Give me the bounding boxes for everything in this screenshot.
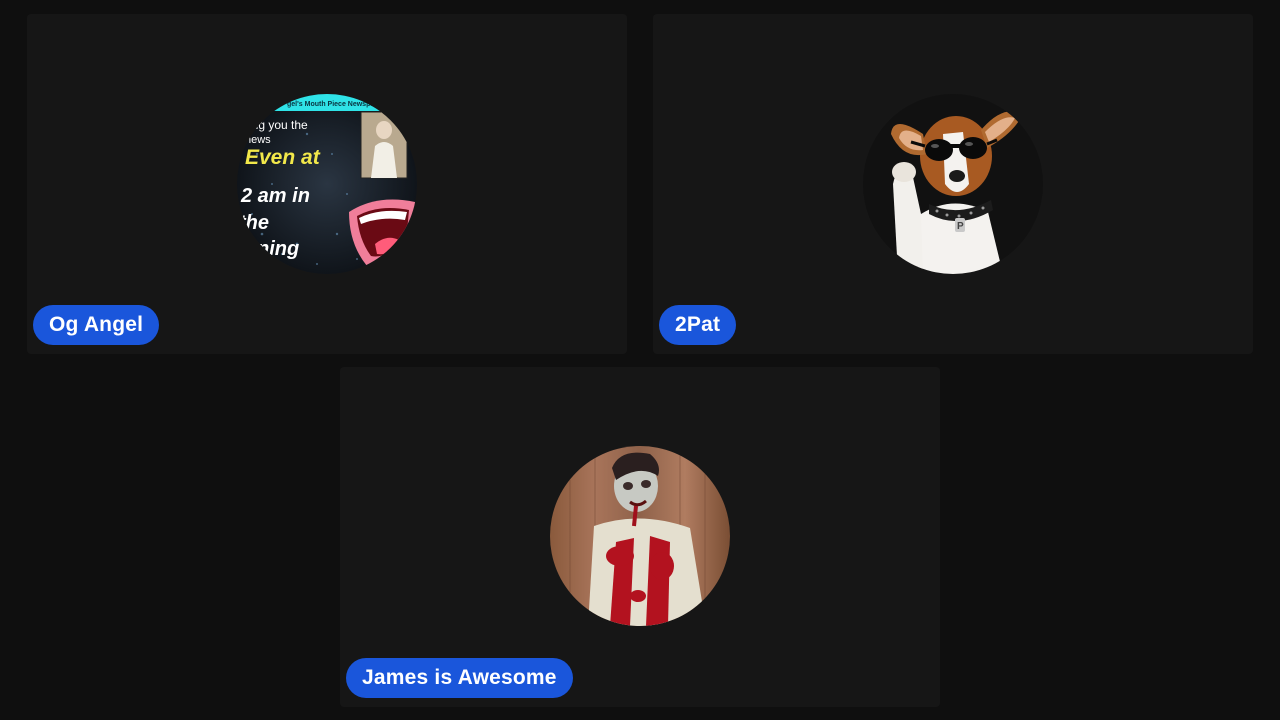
newspaper-collage-avatar-icon: gel's Mouth Piece Newspa ring you the ne… [237, 94, 417, 274]
participant-name-badge: 2Pat [659, 305, 737, 345]
video-call-grid: gel's Mouth Piece Newspa ring you the ne… [0, 0, 1280, 720]
zombie-avatar-icon [550, 446, 730, 626]
avatar-text-line2: news [245, 134, 271, 146]
participant-name-badge: James is Awesome [346, 658, 573, 698]
participant-name-badge: Og Angel [33, 305, 160, 345]
avatar-text-line5: the [239, 212, 269, 234]
avatar-text-line4: 2 am in [240, 185, 310, 207]
avatar-text-line6: orning [237, 238, 299, 260]
participant-tile-2pat[interactable]: P 2Pat [653, 14, 1253, 354]
dog-with-sunglasses-avatar-icon: P [863, 94, 1043, 274]
collar-tag-letter: P [957, 221, 964, 232]
avatar-text-line1: ring you the [245, 118, 308, 132]
avatar-banner-text: gel's Mouth Piece Newspa [287, 101, 374, 108]
participant-tile-og-angel[interactable]: gel's Mouth Piece Newspa ring you the ne… [27, 14, 627, 354]
participant-tile-james[interactable]: James is Awesome [340, 367, 940, 707]
avatar-text-line3: Even at [245, 146, 321, 169]
